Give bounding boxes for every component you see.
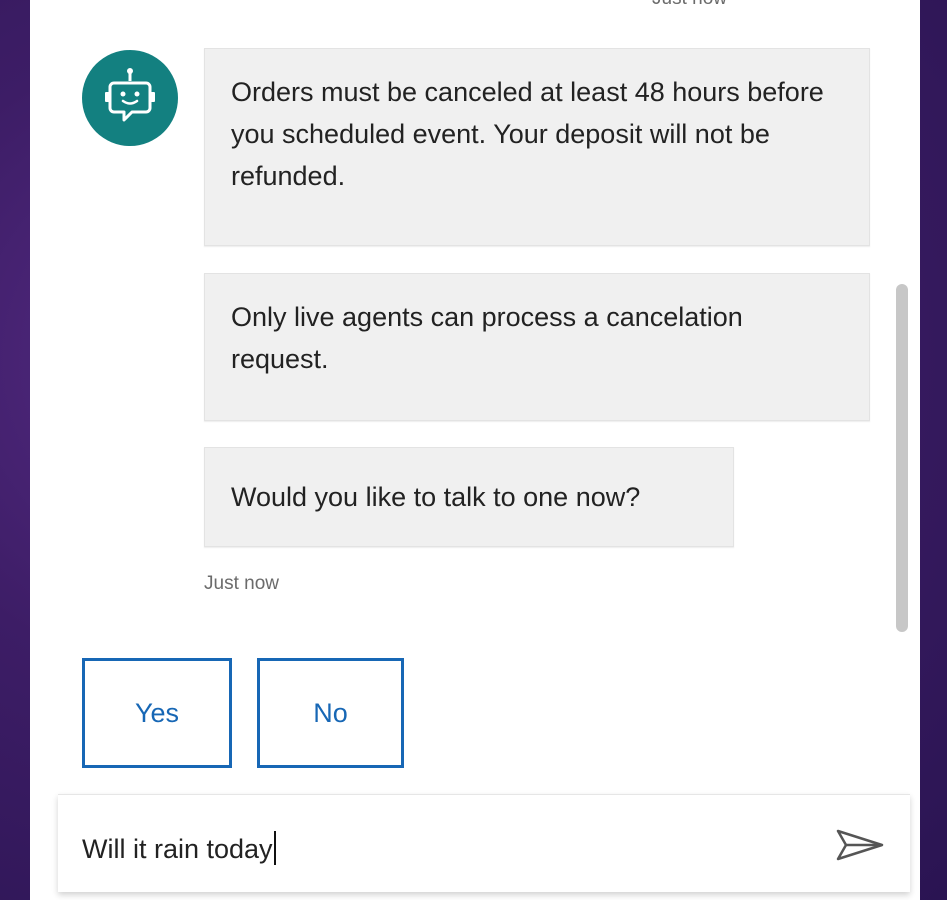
- bot-message-bubble: Orders must be canceled at least 48 hour…: [204, 48, 870, 246]
- suggested-action-label: No: [313, 697, 348, 728]
- bot-message-bubble: Would you like to talk to one now?: [204, 447, 734, 547]
- message-input-bar: Will it rain today: [58, 794, 910, 892]
- bot-icon: [105, 68, 155, 122]
- text-caret: [273, 831, 276, 865]
- message-input-value: Will it rain today: [82, 834, 273, 864]
- send-icon: [836, 829, 884, 861]
- message-timestamp: Just now: [204, 573, 279, 594]
- send-button[interactable]: [834, 827, 886, 863]
- suggested-action-label: Yes: [134, 697, 180, 728]
- chat-scrollbar[interactable]: [896, 284, 908, 632]
- chat-window: Just now Orders must be canceled at leas…: [30, 0, 920, 900]
- bot-message-bubble: Only live agents can process a cancelati…: [204, 273, 870, 421]
- previous-timestamp: Just now: [652, 0, 727, 10]
- bot-avatar: [82, 50, 178, 146]
- suggested-action-no-button[interactable]: No: [257, 658, 404, 768]
- message-input[interactable]: Will it rain today: [82, 831, 276, 865]
- suggested-action-yes-button[interactable]: Yes: [82, 658, 232, 768]
